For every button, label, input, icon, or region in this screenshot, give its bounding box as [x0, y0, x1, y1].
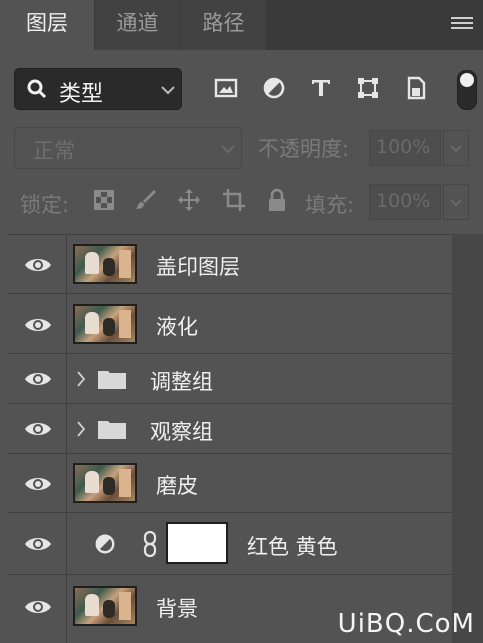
type-filter-icon[interactable]	[309, 76, 333, 100]
layer-thumbnail	[73, 244, 137, 284]
opacity-value: 100%	[376, 136, 431, 158]
layer-thumbnail	[73, 463, 137, 503]
lock-all-icon[interactable]	[265, 188, 289, 212]
adjustment-layer-row[interactable]: 红色 黄色	[8, 512, 452, 574]
chevron-down-icon	[161, 86, 175, 95]
chevron-down-icon	[450, 199, 462, 207]
opacity-label: 不透明度:	[258, 137, 350, 161]
eye-visibility-icon[interactable]	[24, 598, 52, 616]
tab-layers[interactable]: 图层	[0, 0, 94, 50]
fill-label: 填充:	[305, 193, 355, 217]
layer-group-row-adjust[interactable]: 调整组	[8, 353, 452, 403]
blend-mode-select[interactable]: 正常	[14, 127, 242, 169]
layers-scrollbar[interactable]	[452, 234, 483, 643]
chevron-down-icon	[450, 145, 462, 153]
opacity-dropdown-button[interactable]	[443, 130, 469, 166]
layer-row-stamp[interactable]: 盖印图层	[8, 234, 452, 293]
fill-input[interactable]: 100%	[369, 184, 441, 220]
layer-kind-filter-select[interactable]: 类型	[14, 68, 182, 110]
layer-thumbnail	[73, 586, 137, 626]
layer-row-smooth-skin[interactable]: 磨皮	[8, 453, 452, 512]
lock-label: 锁定:	[20, 193, 70, 217]
chain-link-icon[interactable]	[142, 531, 158, 557]
tab-channels[interactable]: 通道	[95, 0, 180, 50]
lock-artboard-icon[interactable]	[222, 188, 246, 212]
chevron-down-icon	[221, 145, 235, 154]
panel-menu-icon[interactable]	[451, 14, 473, 32]
layer-name: 磨皮	[156, 474, 198, 498]
eye-visibility-icon[interactable]	[24, 535, 52, 553]
smart-object-filter-icon[interactable]	[404, 76, 428, 100]
layers-list: 盖印图层 液化 调整组 观察组 磨皮 红色 黄色 背景	[8, 234, 452, 643]
panel-tab-bar: 图层 通道 路径	[0, 0, 483, 50]
filter-toggle-switch[interactable]	[457, 70, 477, 110]
blend-mode-label: 正常	[33, 139, 75, 163]
eye-visibility-icon[interactable]	[24, 420, 52, 438]
image-filter-icon[interactable]	[214, 76, 238, 100]
kind-filter-label: 类型	[59, 82, 104, 107]
layer-name: 液化	[156, 315, 198, 339]
layer-name: 红色 黄色	[247, 535, 338, 559]
watermark-text: UiBQ.CoM	[337, 609, 475, 639]
layer-name: 背景	[156, 597, 198, 621]
folder-icon	[98, 421, 126, 439]
search-icon	[27, 79, 47, 99]
layer-name: 盖印图层	[156, 255, 240, 279]
chevron-right-icon[interactable]	[76, 371, 86, 387]
layer-group-row-observe[interactable]: 观察组	[8, 403, 452, 453]
chevron-right-icon[interactable]	[76, 421, 86, 437]
layer-name: 调整组	[150, 370, 213, 394]
eye-visibility-icon[interactable]	[24, 475, 52, 493]
lock-paint-icon[interactable]	[134, 188, 158, 212]
opacity-input[interactable]: 100%	[369, 130, 441, 166]
layer-name: 观察组	[150, 420, 213, 444]
fill-dropdown-button[interactable]	[443, 184, 469, 220]
layer-mask-thumbnail[interactable]	[166, 522, 228, 564]
tab-paths[interactable]: 路径	[181, 0, 266, 50]
lock-transparent-icon[interactable]	[92, 188, 116, 212]
layer-thumbnail	[73, 304, 137, 344]
eye-visibility-icon[interactable]	[24, 316, 52, 334]
eye-visibility-icon[interactable]	[24, 256, 52, 274]
adjustment-icon	[95, 534, 115, 554]
layer-row-liquify[interactable]: 液化	[8, 293, 452, 353]
adjustment-filter-icon[interactable]	[262, 76, 286, 100]
folder-icon	[98, 371, 126, 389]
lock-move-icon[interactable]	[177, 188, 201, 212]
eye-visibility-icon[interactable]	[24, 370, 52, 388]
fill-value: 100%	[376, 190, 431, 212]
shape-filter-icon[interactable]	[356, 76, 380, 100]
